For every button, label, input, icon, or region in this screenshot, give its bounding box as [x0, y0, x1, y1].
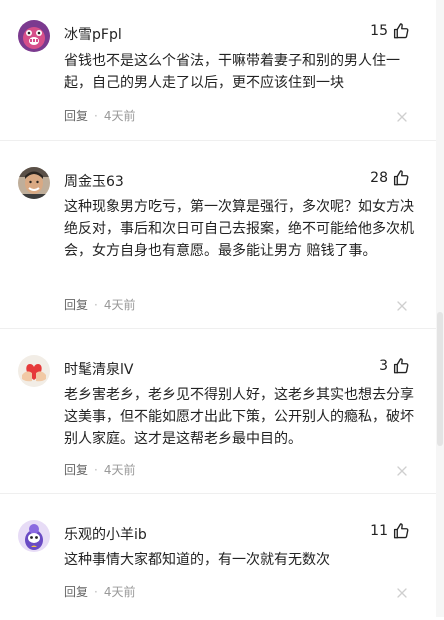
comment-text: 这种现象男方吃亏，第一次算是强行，多次呢？如女方决绝反对，事后和次日可自己去报案…	[64, 199, 414, 259]
comment-text: 这种事情大家都知道的，有一次就有无数次	[64, 552, 330, 568]
close-icon[interactable]	[396, 111, 408, 123]
scrollbar-thumb[interactable]	[437, 312, 443, 446]
reply-button[interactable]: 回复	[64, 296, 88, 313]
like-count: 15	[370, 23, 388, 39]
like-count: 3	[379, 358, 388, 374]
comment-item: 冰雪pFpl 15 省钱也不是这么个省法，干嘛带着妻子和别的男人住一起，自己的男…	[0, 0, 436, 141]
timestamp: 4天前	[103, 109, 136, 123]
close-icon[interactable]	[396, 465, 408, 477]
comment-item: 时髦清泉lV 3 老乡害老乡，老乡见不得别人好，这老乡其实也想去分享这美事，但不…	[0, 329, 436, 494]
like-count: 28	[370, 170, 388, 186]
like-button[interactable]: 11	[370, 522, 410, 540]
timestamp: 4天前	[103, 298, 136, 312]
comment-text: 省钱也不是这么个省法，干嘛带着妻子和别的男人住一起，自己的男人走了以后，更不应该…	[64, 53, 400, 91]
like-button[interactable]: 28	[370, 169, 410, 187]
close-icon[interactable]	[396, 300, 408, 312]
comment-meta: 回复 · 4天前	[64, 583, 135, 600]
like-button[interactable]: 3	[379, 357, 410, 375]
comment-text: 老乡害老乡，老乡见不得别人好，这老乡其实也想去分享这美事，但不能如愿才出此下策，…	[64, 387, 414, 447]
timestamp: 4天前	[103, 585, 136, 599]
separator-dot: ·	[94, 462, 98, 477]
thumbs-up-icon[interactable]	[392, 169, 410, 187]
username[interactable]: 乐观的小羊ib	[64, 524, 147, 544]
scrollbar-track[interactable]	[436, 0, 444, 617]
reply-button[interactable]: 回复	[64, 583, 88, 600]
timestamp: 4天前	[103, 463, 136, 477]
separator-dot: ·	[94, 108, 98, 123]
comment-meta: 回复 · 4天前	[64, 296, 135, 313]
username[interactable]: 冰雪pFpl	[64, 24, 122, 44]
comment-list: 冰雪pFpl 15 省钱也不是这么个省法，干嘛带着妻子和别的男人住一起，自己的男…	[0, 0, 436, 620]
avatar[interactable]	[18, 20, 50, 52]
avatar[interactable]	[18, 167, 50, 199]
separator-dot: ·	[94, 584, 98, 599]
reply-button[interactable]: 回复	[64, 107, 88, 124]
avatar[interactable]	[18, 355, 50, 387]
comment-item: 乐观的小羊ib 11 这种事情大家都知道的，有一次就有无数次 回复 · 4天前	[0, 494, 436, 620]
avatar[interactable]	[18, 520, 50, 552]
reply-button[interactable]: 回复	[64, 461, 88, 478]
comment-meta: 回复 · 4天前	[64, 461, 135, 478]
username[interactable]: 周金玉63	[64, 171, 124, 191]
like-count: 11	[370, 523, 388, 539]
thumbs-up-icon[interactable]	[392, 357, 410, 375]
comment-meta: 回复 · 4天前	[64, 107, 135, 124]
thumbs-up-icon[interactable]	[392, 522, 410, 540]
like-button[interactable]: 15	[370, 22, 410, 40]
thumbs-up-icon[interactable]	[392, 22, 410, 40]
close-icon[interactable]	[396, 587, 408, 599]
separator-dot: ·	[94, 297, 98, 312]
username[interactable]: 时髦清泉lV	[64, 359, 133, 379]
comment-item: 周金玉63 28 这种现象男方吃亏，第一次算是强行，多次呢？如女方决绝反对，事后…	[0, 141, 436, 329]
